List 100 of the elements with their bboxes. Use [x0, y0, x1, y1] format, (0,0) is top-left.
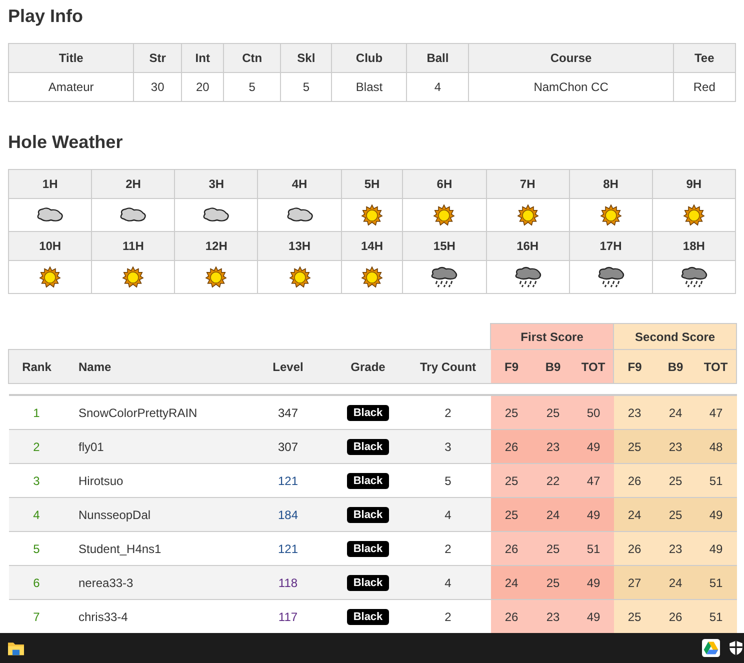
table-cell: 25: [656, 498, 696, 532]
column-header: Grade: [330, 350, 406, 384]
table-cell: 4: [8, 498, 64, 532]
table-cell: 25: [614, 430, 656, 464]
hole-header: 1H: [8, 170, 92, 198]
grade-badge: Black: [347, 540, 389, 556]
hole-header: 18H: [652, 232, 736, 260]
grade-badge: Black: [347, 574, 389, 590]
table-cell: 49: [574, 498, 614, 532]
table-cell: 51: [574, 532, 614, 566]
column-header: Course: [468, 44, 674, 72]
table-cell: 50: [574, 395, 614, 430]
table-cell: 3: [406, 430, 491, 464]
table-cell: 26: [490, 532, 533, 566]
section-title: Play Info: [8, 5, 84, 27]
table-cell: 51: [696, 566, 737, 600]
table-cell: 26: [656, 600, 696, 633]
table-cell: 22: [532, 464, 574, 498]
sun-icon: [39, 266, 62, 288]
column-header: Name: [64, 350, 246, 384]
folder-icon[interactable]: [7, 640, 25, 656]
sun-icon: [600, 204, 622, 226]
table-cell: 47: [696, 395, 737, 430]
hole-header: 10H: [8, 232, 92, 260]
column-header: Rank: [8, 350, 64, 384]
column-header: Str: [134, 44, 182, 72]
grade-badge: Black: [347, 608, 389, 624]
table-cell: 118: [246, 566, 330, 600]
table-cell: 20: [181, 72, 224, 102]
table-cell: 23: [614, 395, 656, 430]
hole-header: 8H: [569, 170, 652, 198]
table-cell: 23: [532, 430, 574, 464]
hole-header: 14H: [341, 232, 403, 260]
sun-icon: [360, 204, 383, 226]
hole-header: 2H: [92, 170, 175, 198]
cloud-icon: [35, 206, 66, 224]
table-cell: 47: [574, 464, 614, 498]
table-cell: 5: [280, 72, 332, 102]
cloud-icon: [201, 206, 232, 224]
table-cell: 48: [696, 430, 737, 464]
table-cell: 25: [490, 395, 533, 430]
sun-icon: [122, 266, 144, 288]
table-cell: 25: [656, 464, 696, 498]
table-cell: 26: [490, 430, 533, 464]
table-cell: fly01: [64, 430, 246, 464]
table-cell: 23: [656, 532, 696, 566]
table-cell: 49: [574, 566, 614, 600]
hole-header: 17H: [569, 232, 652, 260]
table-cell: 4: [406, 72, 469, 102]
column-header: Ball: [406, 44, 469, 72]
column-header: Title: [8, 44, 134, 72]
table-cell: 6: [8, 566, 64, 600]
table-cell: Red: [673, 72, 736, 102]
rain-cloud-icon: [512, 266, 543, 288]
group-header: First Score: [490, 324, 614, 350]
table-cell: 184: [246, 498, 330, 532]
hole-header: 7H: [486, 170, 570, 198]
column-header: TOT: [574, 350, 614, 384]
sun-icon: [433, 204, 456, 226]
sun-icon: [682, 204, 705, 226]
column-header: Ctn: [224, 44, 280, 72]
hole-header: 12H: [174, 232, 258, 260]
sun-icon: [516, 204, 539, 226]
table-cell: 26: [614, 532, 656, 566]
table-cell: 24: [656, 395, 696, 430]
hole-header: 5H: [341, 170, 403, 198]
table-cell: 25: [532, 532, 574, 566]
table-cell: 30: [134, 72, 182, 102]
column-header: Club: [332, 44, 407, 72]
drive-icon[interactable]: [702, 639, 720, 657]
table-cell: 25: [532, 566, 574, 600]
table-cell: 26: [614, 464, 656, 498]
column-header: TOT: [696, 350, 737, 384]
table-cell: 49: [574, 430, 614, 464]
shield-icon[interactable]: [728, 639, 744, 657]
table-cell: Amateur: [8, 72, 134, 102]
grade-badge: Black: [347, 438, 389, 454]
hole-header: 6H: [402, 170, 486, 198]
table-cell: 24: [656, 566, 696, 600]
hole-header: 9H: [652, 170, 736, 198]
rain-cloud-icon: [429, 266, 460, 288]
table-cell: 27: [614, 566, 656, 600]
grade-badge: Black: [347, 506, 389, 522]
column-header: Level: [246, 350, 330, 384]
hole-header: 4H: [258, 170, 342, 198]
table-cell: 4: [406, 566, 491, 600]
column-header: Try Count: [406, 350, 491, 384]
section-title: Hole Weather: [8, 131, 124, 153]
hole-header: 3H: [174, 170, 258, 198]
table-cell: 49: [574, 600, 614, 633]
table-cell: 24: [532, 498, 574, 532]
table-cell: 23: [656, 430, 696, 464]
column-header: F9: [614, 350, 656, 384]
column-header: Int: [181, 44, 224, 72]
sun-icon: [288, 266, 311, 288]
column-header: B9: [532, 350, 574, 384]
table-cell: 24: [614, 498, 656, 532]
table-cell: NamChon CC: [468, 72, 674, 102]
table-cell: nerea33-3: [64, 566, 246, 600]
column-header: F9: [490, 350, 533, 384]
